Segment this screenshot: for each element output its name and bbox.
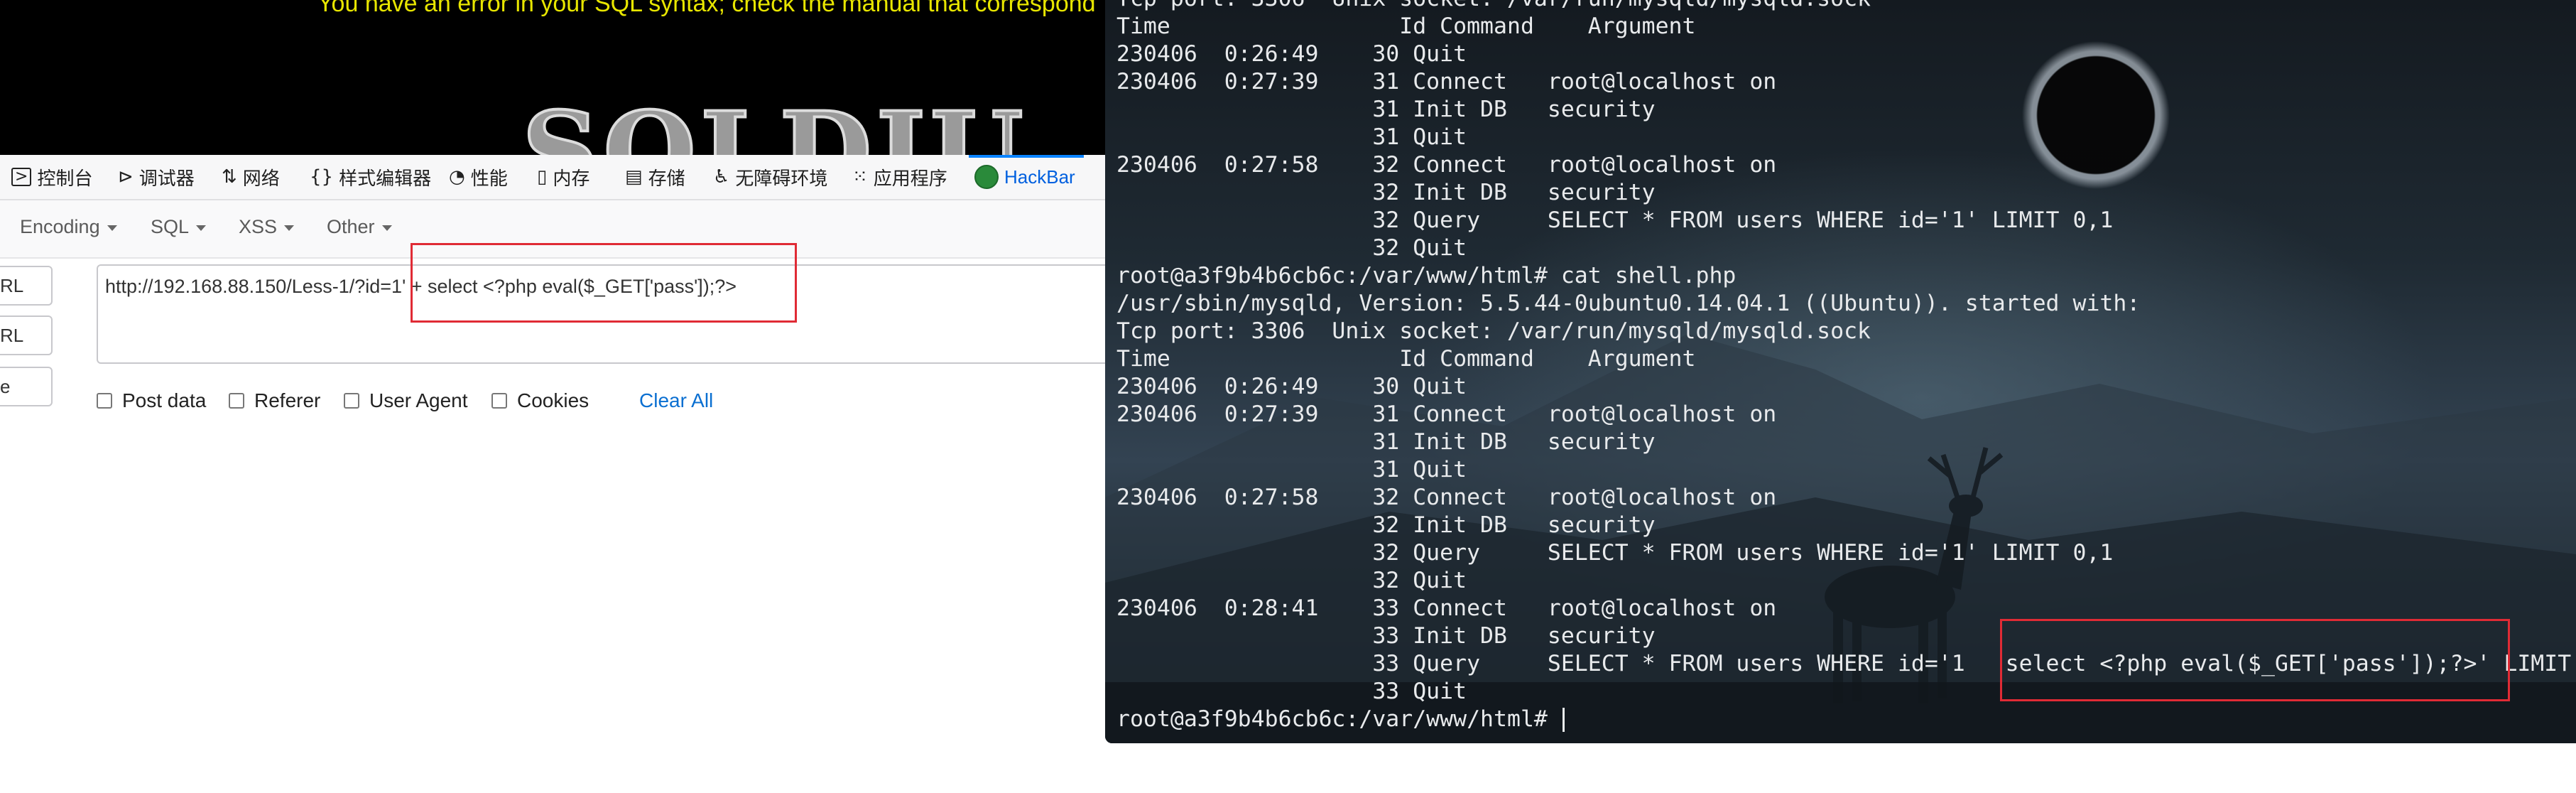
terminal-line: Tcp port: 3306 Unix socket: /var/run/mys… <box>1116 0 2571 13</box>
menu-label: SQL <box>151 216 190 237</box>
terminal-line: 230406 0:27:39 31 Connect root@localhost… <box>1116 401 1777 427</box>
accessibility-icon: ♿ <box>713 166 730 188</box>
terminal-window[interactable]: Tcp port: 3306 Unix socket: /var/run/mys… <box>1105 0 2576 743</box>
devtools-toolbar: > 控制台 ⊳ 调试器 ⇅ 网络 {} 样式编辑器 ◔ 性能 ▯ 内存 ▤ 存储… <box>0 155 1108 200</box>
devtools-tab-style-editor[interactable]: {} 样式编辑器 <box>310 155 431 199</box>
devtools-tab-storage[interactable]: ▤ 存储 <box>625 155 685 199</box>
terminal-line: /usr/sbin/mysqld, Version: 5.5.44-0ubunt… <box>1116 291 2141 316</box>
webpage-content: You have an error in your SQL syntax; ch… <box>0 0 1108 155</box>
menu-label: XSS <box>239 216 278 237</box>
terminal-line: root@a3f9b4b6cb6c:/var/www/html# cat she… <box>1116 263 1737 288</box>
devtools-tab-debugger[interactable]: ⊳ 调试器 <box>118 155 195 199</box>
terminal-line: 31 Init DB security <box>1116 429 1656 455</box>
terminal-line: 230406 0:26:49 30 Quit <box>1116 374 1467 399</box>
terminal-line: 31 Init DB security <box>1116 97 1656 122</box>
devtools-tab-label: 调试器 <box>138 167 195 189</box>
console-icon: > <box>11 168 32 186</box>
devtools-tab-label: 网络 <box>242 167 280 189</box>
clear-all-link[interactable]: Clear All <box>639 389 713 412</box>
terminal-line: Time Id Command Argument <box>1116 346 1696 372</box>
terminal-line: 32 Quit <box>1116 235 1467 261</box>
terminal-line: 230406 0:26:49 30 Quit <box>1116 41 1467 67</box>
terminal-line: 32 Query SELECT * FROM users WHERE id='1… <box>1116 207 2114 233</box>
network-icon: ⇅ <box>222 166 237 188</box>
performance-icon: ◔ <box>449 166 465 188</box>
hackbar-icon <box>974 165 999 189</box>
devtools-tab-memory[interactable]: ▯ 内存 <box>537 155 589 199</box>
menu-label: Encoding <box>20 216 100 237</box>
memory-icon: ▯ <box>537 166 548 188</box>
post-data-checkbox[interactable] <box>97 393 112 409</box>
terminal-line: 31 Quit <box>1116 124 1467 150</box>
cookies-checkbox[interactable] <box>491 393 507 409</box>
option-label: Cookies <box>517 389 589 411</box>
devtools-tab-network[interactable]: ⇅ 网络 <box>222 155 280 199</box>
cookies-option[interactable]: Cookies <box>491 389 589 412</box>
devtools-tab-label: 内存 <box>553 167 590 189</box>
menu-label: Other <box>327 216 375 237</box>
referer-checkbox[interactable] <box>229 393 244 409</box>
option-label: User Agent <box>369 389 468 411</box>
devtools-tab-label: 应用程序 <box>873 167 947 189</box>
devtools-tab-label: 样式编辑器 <box>339 167 432 189</box>
user-agent-checkbox[interactable] <box>344 393 359 409</box>
devtools-tab-label: HackBar <box>1004 166 1075 188</box>
devtools-tab-performance[interactable]: ◔ 性能 <box>449 155 508 199</box>
execute-button[interactable]: e <box>0 367 53 406</box>
terminal-cursor <box>1563 708 1565 732</box>
debugger-icon: ⊳ <box>118 166 134 188</box>
terminal-line: Time Id Command Argument <box>1116 14 1696 39</box>
terminal-line: 31 Quit <box>1116 457 1467 482</box>
chevron-down-icon <box>196 225 207 231</box>
option-label: Referer <box>254 389 321 411</box>
terminal-line: 32 Quit <box>1116 568 1467 593</box>
xss-menu[interactable]: XSS <box>239 216 295 238</box>
terminal-prompt-line: root@a3f9b4b6cb6c:/var/www/html# <box>1116 706 1561 732</box>
url-payload-highlight <box>411 243 797 323</box>
devtools-tab-application[interactable]: ⁙ 应用程序 <box>852 155 947 199</box>
sql-menu[interactable]: SQL <box>151 216 207 238</box>
devtools-tab-label: 性能 <box>470 167 508 189</box>
referer-option[interactable]: Referer <box>229 389 320 412</box>
other-menu[interactable]: Other <box>327 216 392 238</box>
post-data-option[interactable]: Post data <box>97 389 206 412</box>
terminal-line: 32 Init DB security <box>1116 180 1656 205</box>
devtools-tab-accessibility[interactable]: ♿ 无障碍环境 <box>713 155 827 199</box>
load-url-button[interactable]: RL <box>0 266 53 306</box>
sql-error-message: You have an error in your SQL syntax; ch… <box>317 0 1096 17</box>
split-url-button[interactable]: RL <box>0 315 53 355</box>
terminal-line: 230406 0:27:39 31 Connect root@localhost… <box>1116 69 1777 95</box>
chevron-down-icon <box>381 225 392 231</box>
terminal-line: 32 Query SELECT * FROM users WHERE id='1… <box>1116 540 2114 566</box>
terminal-line: 230406 0:27:58 32 Connect root@localhost… <box>1116 152 1777 178</box>
devtools-tab-hackbar[interactable]: HackBar <box>969 155 1084 199</box>
page-banner-logo: SOLDIU <box>521 89 1028 155</box>
storage-icon: ▤ <box>625 166 643 188</box>
encoding-menu[interactable]: Encoding <box>20 216 117 238</box>
option-label: Post data <box>122 389 207 411</box>
chevron-down-icon <box>107 225 117 231</box>
devtools-tab-label: 控制台 <box>37 167 93 189</box>
devtools-tab-console[interactable]: > 控制台 <box>11 155 92 199</box>
user-agent-option[interactable]: User Agent <box>344 389 468 412</box>
terminal-line: 32 Init DB security <box>1116 512 1656 538</box>
terminal-line: 230406 0:27:58 32 Connect root@localhost… <box>1116 485 1777 510</box>
terminal-line: Tcp port: 3306 Unix socket: /var/run/mys… <box>1116 318 1871 344</box>
devtools-tab-label: 存储 <box>648 167 685 189</box>
application-icon: ⁙ <box>852 166 868 188</box>
devtools-tab-label: 无障碍环境 <box>735 167 828 189</box>
style-editor-icon: {} <box>310 166 334 188</box>
chevron-down-icon <box>284 225 295 231</box>
injected-payload-highlight <box>2000 619 2510 701</box>
